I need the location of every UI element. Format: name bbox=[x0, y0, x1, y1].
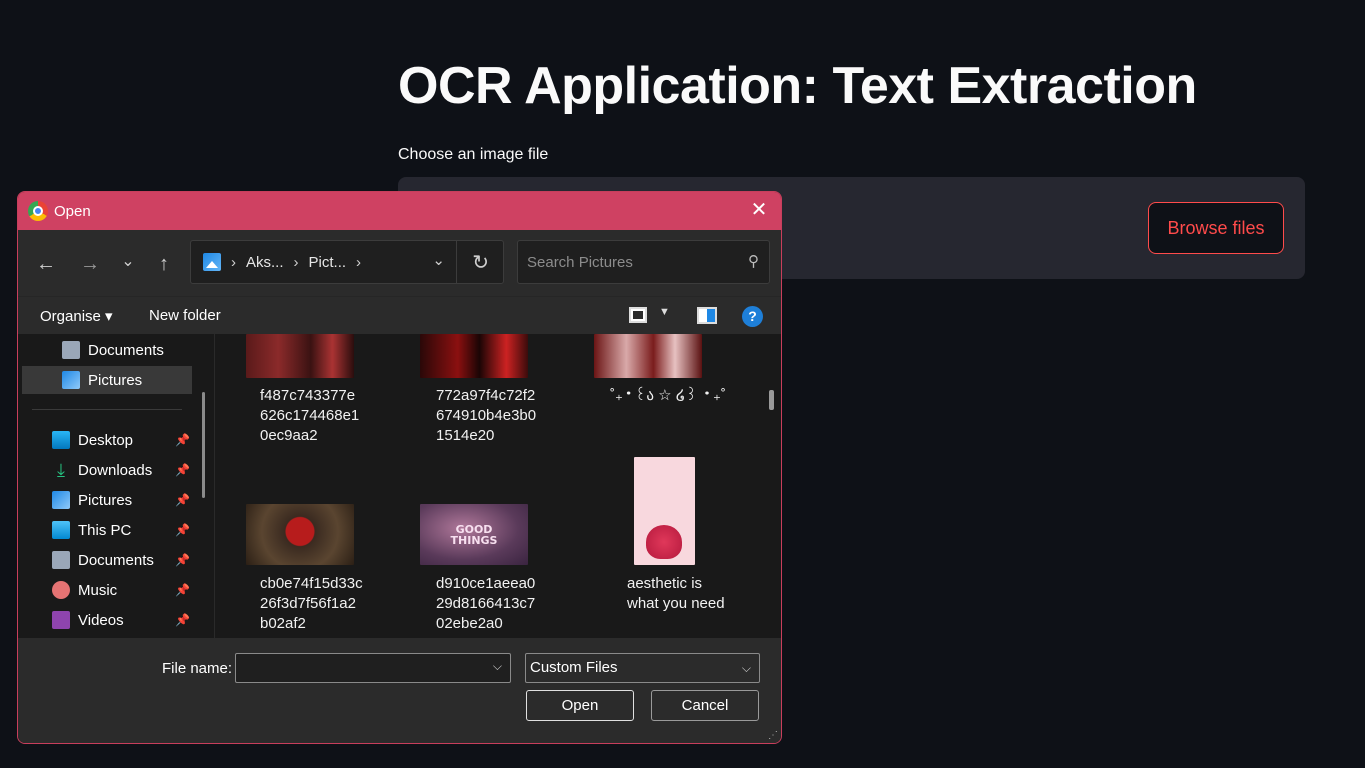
this-pc-icon bbox=[52, 521, 70, 539]
organise-menu[interactable]: Organise ▾ bbox=[40, 307, 113, 325]
breadcrumb-user[interactable]: Aks... bbox=[246, 254, 284, 271]
recent-locations-chevron-icon[interactable]: ⌄ bbox=[114, 248, 142, 276]
file-name[interactable]: 772a97f4c72f2 674910b4e3b0 1514e20 bbox=[436, 386, 536, 446]
file-name[interactable]: f487c743377e 626c174468e1 0ec9aa2 bbox=[260, 386, 359, 446]
chevron-down-icon[interactable]: ⌵ bbox=[493, 659, 502, 674]
file-name[interactable]: ˚₊‧꒰ა ☆ ໒꒱ ‧₊˚ bbox=[610, 386, 726, 406]
pane-divider bbox=[214, 334, 215, 638]
pin-icon[interactable]: 📌 bbox=[175, 583, 190, 597]
file-name-input[interactable] bbox=[236, 654, 484, 682]
forward-arrow-icon[interactable]: → bbox=[76, 250, 104, 278]
documents-icon bbox=[52, 551, 70, 569]
file-thumbnail[interactable] bbox=[594, 334, 702, 378]
file-thumbnail[interactable] bbox=[246, 504, 354, 565]
file-type-select[interactable]: Custom Files ⌵ bbox=[525, 653, 760, 683]
file-list-scrollbar[interactable] bbox=[769, 390, 774, 410]
address-dropdown-icon[interactable]: ⌄ bbox=[432, 251, 445, 269]
pin-icon[interactable]: 📌 bbox=[175, 463, 190, 477]
pin-icon[interactable]: 📌 bbox=[175, 523, 190, 537]
sidebar-item-label: Desktop bbox=[78, 431, 134, 449]
breadcrumb-pictures[interactable]: Pict... bbox=[309, 254, 347, 271]
file-thumbnail[interactable] bbox=[420, 334, 528, 378]
dialog-body: Documents Pictures Desktop 📌 ⤓ Downloads… bbox=[18, 334, 781, 638]
browse-files-button[interactable]: Browse files bbox=[1148, 202, 1284, 254]
search-icon[interactable]: ⚲ bbox=[748, 252, 759, 270]
pin-icon[interactable]: 📌 bbox=[175, 613, 190, 627]
file-name[interactable]: cb0e74f15d33c 26f3d7f56f1a2 b02af2 bbox=[260, 574, 363, 634]
videos-icon bbox=[52, 611, 70, 629]
search-box[interactable]: ⚲ bbox=[517, 240, 770, 284]
chevron-down-icon[interactable]: ⌵ bbox=[742, 654, 751, 682]
heart-shape bbox=[646, 525, 682, 559]
downloads-icon: ⤓ bbox=[57, 460, 65, 480]
breadcrumb-separator-icon[interactable]: › bbox=[356, 254, 361, 271]
address-bar[interactable]: › Aks... › Pict... › ⌄ ↻ bbox=[190, 240, 504, 284]
sidebar-item-videos[interactable]: Videos 📌 bbox=[52, 606, 202, 634]
sidebar-item-desktop[interactable]: Desktop 📌 bbox=[52, 426, 202, 454]
navigation-pane: Documents Pictures Desktop 📌 ⤓ Downloads… bbox=[18, 334, 208, 638]
help-icon[interactable]: ? bbox=[742, 306, 763, 327]
dialog-titlebar[interactable]: Open ✕ bbox=[18, 192, 781, 230]
sidebar-item-label: Videos bbox=[78, 611, 124, 629]
sidebar-item-label: Documents bbox=[78, 551, 154, 569]
change-view-icon[interactable] bbox=[629, 307, 647, 323]
sidebar-divider bbox=[32, 409, 182, 410]
sidebar-item-documents[interactable]: Documents bbox=[62, 336, 208, 364]
sidebar-item-pictures-quick[interactable]: Pictures 📌 bbox=[52, 486, 202, 514]
sidebar-item-label: Documents bbox=[88, 341, 164, 359]
pictures-icon bbox=[52, 491, 70, 509]
sidebar-item-label: Music bbox=[78, 581, 118, 599]
search-input[interactable] bbox=[518, 241, 728, 283]
file-type-value: Custom Files bbox=[530, 659, 618, 676]
command-bar: Organise ▾ New folder ▼ ? bbox=[18, 296, 781, 334]
dialog-footer: File name: ⌵ Custom Files ⌵ Open Cancel … bbox=[18, 638, 781, 743]
view-options-dropdown-icon[interactable]: ▼ bbox=[659, 306, 670, 318]
dialog-title: Open bbox=[54, 202, 91, 220]
close-icon[interactable]: ✕ bbox=[749, 200, 769, 220]
cancel-button[interactable]: Cancel bbox=[651, 690, 759, 721]
breadcrumb-separator-icon: › bbox=[231, 253, 236, 271]
new-folder-button[interactable]: New folder bbox=[149, 307, 221, 324]
pin-icon[interactable]: 📌 bbox=[175, 433, 190, 447]
open-button[interactable]: Open bbox=[526, 690, 634, 721]
up-arrow-icon[interactable]: ↑ bbox=[150, 250, 178, 278]
sidebar-item-pictures[interactable]: Pictures bbox=[22, 366, 192, 394]
pictures-icon bbox=[62, 371, 80, 389]
pin-icon[interactable]: 📌 bbox=[175, 493, 190, 507]
sidebar-item-downloads[interactable]: ⤓ Downloads 📌 bbox=[52, 456, 202, 484]
navigation-bar: ← → ⌄ ↑ › Aks... › Pict... › ⌄ ↻ ⚲ bbox=[18, 230, 781, 296]
chrome-icon bbox=[28, 201, 48, 221]
documents-icon bbox=[62, 341, 80, 359]
sidebar-item-documents-quick[interactable]: Documents 📌 bbox=[52, 546, 202, 574]
file-list: f487c743377e 626c174468e1 0ec9aa2 772a97… bbox=[218, 334, 781, 638]
file-name-label: File name: bbox=[162, 660, 233, 677]
file-name[interactable]: d910ce1aeea0 29d8166413c7 02ebe2a0 bbox=[436, 574, 535, 634]
thumbnail-text: GOOD THINGS bbox=[450, 522, 498, 547]
pin-icon[interactable]: 📌 bbox=[175, 553, 190, 567]
file-name[interactable]: aesthetic is what you need bbox=[627, 574, 725, 614]
resize-grip-icon[interactable]: ⋰ bbox=[768, 730, 778, 741]
open-file-dialog: Open ✕ ← → ⌄ ↑ › Aks... › Pict... › ⌄ ↻ … bbox=[17, 191, 782, 744]
file-thumbnail[interactable] bbox=[634, 457, 695, 565]
uploader-label: Choose an image file bbox=[398, 146, 549, 163]
sidebar-item-this-pc[interactable]: This PC 📌 bbox=[52, 516, 202, 544]
file-thumbnail[interactable]: GOOD THINGS bbox=[420, 504, 528, 565]
sidebar-item-music[interactable]: Music 📌 bbox=[52, 576, 202, 604]
page-title: OCR Application: Text Extraction bbox=[398, 57, 1197, 115]
sidebar-item-label: This PC bbox=[78, 521, 132, 539]
music-icon bbox=[52, 581, 70, 599]
pictures-folder-icon bbox=[203, 253, 221, 271]
address-divider bbox=[456, 241, 457, 283]
desktop-icon bbox=[52, 431, 70, 449]
file-name-field[interactable]: ⌵ bbox=[235, 653, 511, 683]
back-arrow-icon[interactable]: ← bbox=[32, 250, 60, 278]
sidebar-scrollbar[interactable] bbox=[202, 392, 205, 498]
sidebar-item-label: Downloads bbox=[78, 461, 153, 479]
preview-pane-icon[interactable] bbox=[697, 307, 717, 324]
sidebar-item-label: Pictures bbox=[78, 491, 133, 509]
sidebar-item-label: Pictures bbox=[88, 371, 143, 389]
file-thumbnail[interactable] bbox=[246, 334, 354, 378]
refresh-icon[interactable]: ↻ bbox=[472, 250, 489, 275]
breadcrumb-separator-icon: › bbox=[293, 253, 299, 271]
